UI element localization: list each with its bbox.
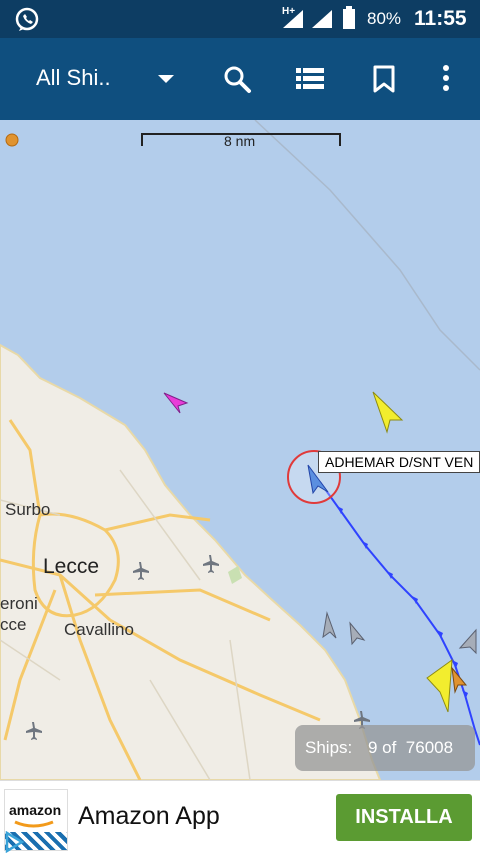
vessel-name-label[interactable]: ADHEMAR D/SNT VEN [318,451,480,473]
ad-title: Amazon App [78,802,220,830]
scale-label: 8 nm [224,133,256,149]
whatsapp-icon [15,7,39,31]
ships-counter-value: 9 of 76008 [368,738,454,757]
filter-dropdown[interactable]: All Shi.. [36,65,186,95]
battery-level: 80% [367,9,402,28]
battery-icon [343,6,355,29]
app-bar: All Shi.. [0,38,480,120]
map-canvas[interactable] [0,120,480,780]
vessel-orange[interactable] [451,666,468,694]
filter-dropdown-label: All Shi.. [36,65,111,90]
ships-counter: Ships: 9 of 76008 [295,725,475,771]
vessel-magenta[interactable] [163,392,189,414]
cell-signal-icon [283,10,303,28]
vessel-gray-2[interactable] [349,621,366,646]
place-label-surbo: Surbo [5,500,51,519]
amazon-smile-icon [14,820,54,828]
amazon-logo-text: amazon [9,802,62,818]
vessel-gray[interactable] [322,611,337,639]
chevron-down-icon [158,75,174,83]
vessel-yellow[interactable] [372,391,404,434]
map-view[interactable]: 8 nm Surbo Lecce Cavallino eroni cce ADH… [0,120,480,780]
vessel-yellow-2[interactable] [426,658,453,713]
ad-banner[interactable]: amazon Amazon App INSTALLA [0,780,480,855]
place-label-partial-2: cce [0,615,27,634]
place-label-lecce: Lecce [43,555,100,578]
place-label-cavallino: Cavallino [64,620,134,639]
vessel-gray-3[interactable] [458,628,477,655]
more-options-icon[interactable] [440,64,452,94]
location-marker[interactable] [5,133,19,147]
shipping-lane [254,120,480,371]
install-button[interactable]: INSTALLA [336,794,472,841]
bookmark-icon[interactable] [372,65,396,93]
clock: 11:55 [414,7,467,30]
status-bar: H+ 80% 11:55 [0,0,480,38]
list-icon[interactable] [296,67,324,91]
ships-counter-label: Ships: [305,738,353,757]
place-label-partial-1: eroni [0,594,38,613]
search-icon[interactable] [222,64,252,94]
cell-signal-icon-2 [312,10,332,28]
adchoices-icon[interactable] [4,831,24,853]
